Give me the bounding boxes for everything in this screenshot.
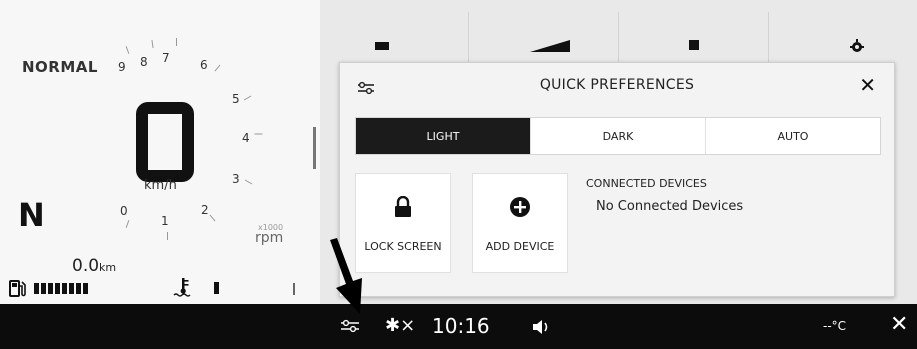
rpm-number-1: 1 bbox=[161, 214, 169, 228]
connected-devices-value: No Connected Devices bbox=[596, 199, 744, 214]
odometer-value: 0.0 bbox=[72, 256, 100, 276]
instrument-cluster: NORMAL 9 8 7 6 5 4 3 2 1 0 0 km/h N x100… bbox=[0, 0, 320, 304]
rpm-number-8: 8 bbox=[140, 55, 148, 69]
coolant-temperature-icon bbox=[173, 278, 191, 297]
annotation-arrow-icon bbox=[330, 238, 362, 314]
close-icon[interactable]: ✕ bbox=[859, 73, 876, 97]
dial-tick bbox=[209, 214, 216, 222]
ambient-temperature: --°C bbox=[823, 319, 847, 333]
add-device-label: ADD DEVICE bbox=[485, 240, 555, 253]
clock-time: 10:16 bbox=[432, 314, 490, 338]
lock-screen-button[interactable]: LOCK SCREEN bbox=[355, 173, 451, 273]
panel-title: QUICK PREFERENCES bbox=[539, 77, 695, 93]
theme-option-light[interactable]: LIGHT bbox=[356, 118, 530, 154]
odometer: 0.0km bbox=[72, 256, 116, 276]
rpm-number-6: 6 bbox=[200, 58, 208, 72]
bluetooth-off-icon[interactable]: ✱× bbox=[385, 315, 415, 336]
dial-tick bbox=[176, 38, 177, 46]
status-bar: ✱× 10:16 --°C ✕ bbox=[0, 304, 917, 349]
brightness-low-icon bbox=[375, 42, 389, 50]
dial-tick bbox=[243, 95, 252, 101]
coolant-max-marker bbox=[293, 283, 295, 295]
dial-tick bbox=[167, 232, 168, 240]
fuel-level-bars bbox=[34, 283, 88, 294]
odometer-unit: km bbox=[99, 261, 117, 274]
coolant-level-bar bbox=[214, 282, 219, 294]
dial-tick bbox=[254, 133, 263, 135]
speed-unit: km/h bbox=[144, 178, 177, 193]
cluster-divider bbox=[313, 127, 316, 169]
gear-indicator: N bbox=[18, 196, 45, 234]
lock-screen-label: LOCK SCREEN bbox=[364, 240, 442, 253]
stop-square-icon bbox=[689, 40, 699, 50]
rpm-number-7: 7 bbox=[162, 51, 170, 65]
rpm-number-9: 9 bbox=[118, 60, 126, 74]
close-icon[interactable]: ✕ bbox=[890, 312, 908, 337]
theme-segmented-control: LIGHT DARK AUTO bbox=[355, 117, 881, 155]
rpm-unit-label: rpm bbox=[255, 230, 284, 246]
rpm-number-2: 2 bbox=[201, 203, 209, 217]
dial-tick bbox=[125, 220, 130, 228]
rpm-number-0: 0 bbox=[120, 204, 128, 218]
brightness-slider-icon bbox=[530, 40, 570, 52]
fuel-pump-icon bbox=[9, 280, 26, 297]
dial-tick bbox=[244, 179, 253, 185]
rpm-number-3: 3 bbox=[232, 172, 240, 186]
add-device-button[interactable]: ADD DEVICE bbox=[472, 173, 568, 273]
quick-preferences-button[interactable] bbox=[340, 318, 360, 334]
rpm-number-4: 4 bbox=[242, 131, 250, 145]
quick-preferences-panel: QUICK PREFERENCES ✕ LIGHT DARK AUTO LOCK… bbox=[339, 62, 895, 297]
connected-devices-heading: CONNECTED DEVICES bbox=[586, 177, 707, 190]
dial-tick bbox=[125, 46, 130, 54]
dial-tick bbox=[151, 39, 154, 49]
theme-option-auto[interactable]: AUTO bbox=[705, 118, 880, 154]
add-circle-icon bbox=[510, 197, 530, 217]
rpm-number-5: 5 bbox=[232, 92, 240, 106]
speed-readout bbox=[136, 102, 194, 182]
lock-icon bbox=[395, 196, 411, 217]
riding-mode-label: NORMAL bbox=[22, 58, 98, 76]
theme-option-dark[interactable]: DARK bbox=[530, 118, 705, 154]
dial-tick bbox=[214, 64, 221, 72]
gear-icon bbox=[850, 39, 864, 52]
volume-icon[interactable] bbox=[532, 319, 550, 335]
